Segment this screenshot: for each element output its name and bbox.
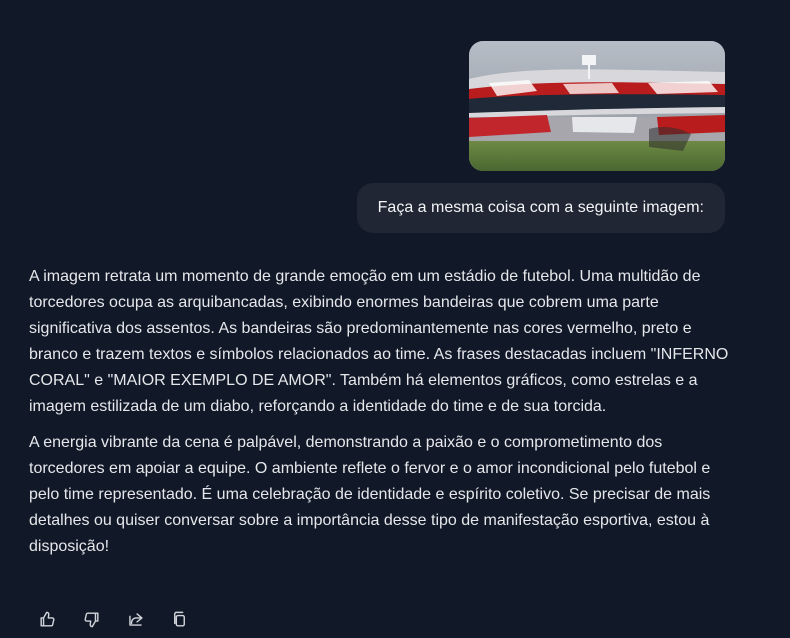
copy-button[interactable] xyxy=(167,608,191,630)
assistant-paragraph-2: A energia vibrante da cena é palpável, d… xyxy=(29,434,711,555)
user-message-bubble: Faça a mesma coisa com a seguinte imagem… xyxy=(356,183,725,233)
message-actions xyxy=(35,608,191,630)
user-message-text: Faça a mesma coisa com a seguinte imagem… xyxy=(377,199,704,216)
stadium-photo-icon xyxy=(469,41,725,171)
share-icon xyxy=(128,612,143,626)
thumbs-down-button[interactable] xyxy=(79,608,103,630)
uploaded-stadium-image[interactable] xyxy=(469,41,725,171)
thumbs-up-button[interactable] xyxy=(35,608,59,630)
copy-icon xyxy=(173,611,185,627)
thumbs-down-icon xyxy=(83,611,99,627)
share-button[interactable] xyxy=(123,608,147,630)
assistant-message: A imagem retrata um momento de grande em… xyxy=(29,264,729,570)
thumbs-up-icon xyxy=(39,611,55,627)
assistant-paragraph-1: A imagem retrata um momento de grande em… xyxy=(29,268,729,415)
